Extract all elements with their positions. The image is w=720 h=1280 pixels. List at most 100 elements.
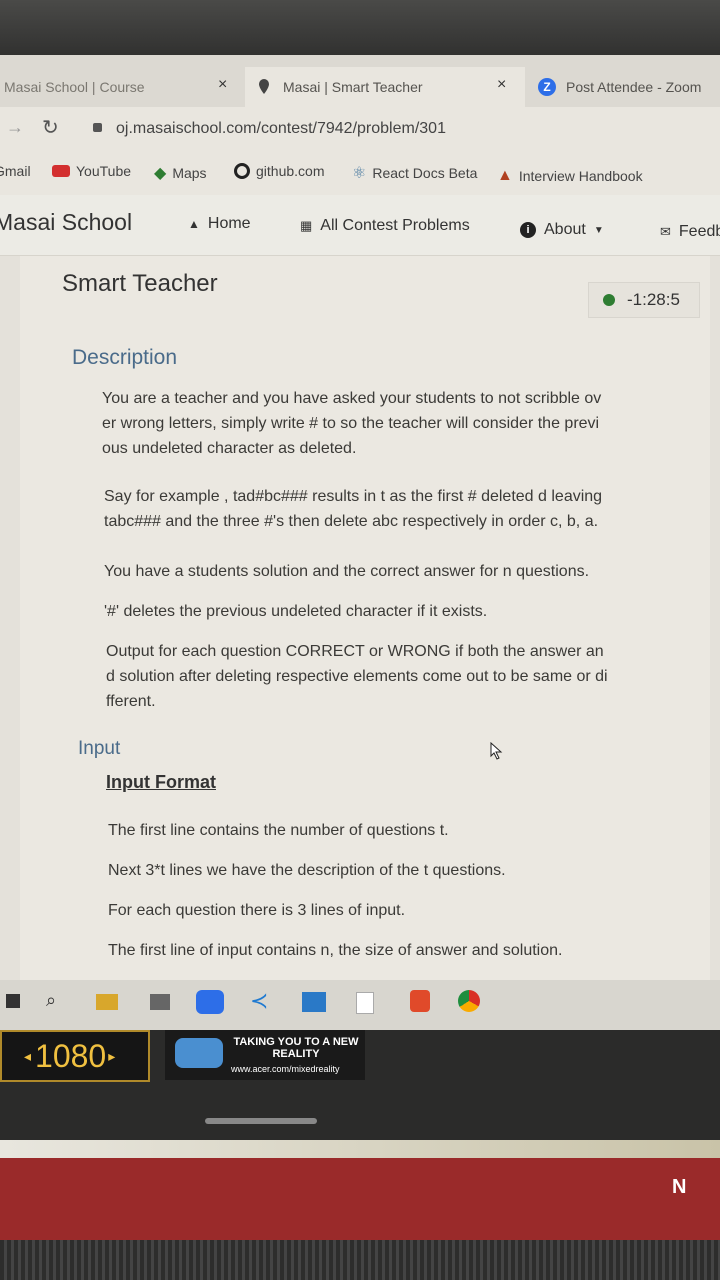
description-line: Output for each question CORRECT or WRON…	[106, 643, 604, 660]
description-heading: Description	[72, 346, 178, 369]
resolution-sticker: ◂ 1080 ▸	[0, 1030, 150, 1082]
nav-about[interactable]: i About ▼	[520, 221, 604, 239]
windows-start-icon[interactable]	[6, 994, 20, 1008]
bookmark-react-docs[interactable]: ⚛ React Docs Beta	[352, 163, 477, 183]
browser-window: Masai School | Course × Masai | Smart Te…	[0, 55, 720, 1030]
chrome-icon[interactable]	[458, 990, 480, 1012]
arrow-right-icon: ▸	[108, 1047, 116, 1064]
description-line: ous undeleted character as deleted.	[102, 440, 357, 457]
media-player-icon[interactable]	[302, 992, 326, 1012]
nav-all-contest-problems[interactable]: ▦ All Contest Problems	[300, 217, 470, 235]
desk-surface	[0, 1240, 720, 1280]
grid-icon: ▦	[300, 218, 313, 233]
brave-icon[interactable]	[410, 990, 430, 1012]
chevron-down-icon: ▼	[593, 224, 604, 236]
mouse-cursor-icon	[490, 742, 503, 760]
bookmark-youtube[interactable]: YouTube	[52, 163, 131, 179]
tab-close-icon[interactable]: ×	[218, 76, 227, 94]
timer-status-icon	[603, 294, 615, 306]
resolution-text: 1080	[35, 1037, 107, 1074]
reload-icon[interactable]: ↻	[42, 115, 59, 140]
hinge-bar	[205, 1118, 317, 1124]
problem-title: Smart Teacher	[62, 270, 218, 297]
app-icon[interactable]	[150, 994, 170, 1010]
nav-label: Feedback	[678, 223, 720, 240]
arrow-left-icon: ◂	[24, 1047, 32, 1064]
flask-icon: ▲	[497, 167, 513, 184]
nav-feedback[interactable]: ✉ Feedback	[660, 223, 720, 241]
sticker-tagline: TAKING YOU TO A NEW REALITY	[233, 1036, 359, 1060]
tab-close-icon[interactable]: ×	[497, 76, 506, 94]
bookmarks-bar: Gmail YouTube ◆ Maps github.com ⚛ React …	[0, 153, 720, 195]
bookmark-label: Interview Handbook	[518, 168, 643, 184]
tab-bar: Masai School | Course × Masai | Smart Te…	[0, 55, 720, 107]
tab-smart-teacher[interactable]: Masai | Smart Teacher ×	[245, 67, 525, 107]
location-pin-icon	[259, 79, 269, 94]
laptop-palmrest: ◂ 1080 ▸ TAKING YOU TO A NEW REALITY www…	[0, 1030, 720, 1140]
search-icon[interactable]: ⌕	[46, 990, 56, 1011]
site-navbar: Masai School ▲ Home ▦ All Contest Proble…	[0, 195, 720, 256]
bookmark-interview-handbook[interactable]: ▲ Interview Handbook	[497, 167, 643, 185]
notepad-icon[interactable]	[356, 992, 374, 1014]
input-format-line: Next 3*t lines we have the description o…	[108, 862, 506, 879]
bookmark-github[interactable]: github.com	[234, 163, 324, 179]
zoom-icon: Z	[538, 78, 556, 96]
nav-home[interactable]: ▲ Home	[188, 215, 251, 233]
input-format-line: For each question there is 3 lines of in…	[108, 902, 406, 919]
maps-pin-icon: ◆	[154, 165, 167, 182]
home-icon: ▲	[188, 217, 200, 231]
timer-value: -1:28:5	[627, 290, 680, 309]
description-line: '#' deletes the previous undeleted chara…	[104, 603, 488, 620]
nav-label: All Contest Problems	[320, 217, 470, 234]
description-line: er wrong letters, simply write # to so t…	[102, 415, 600, 432]
bookmark-label: React Docs Beta	[372, 165, 478, 181]
bookmark-label: github.com	[256, 163, 325, 179]
bookmark-maps[interactable]: ◆ Maps	[154, 163, 207, 183]
file-explorer-icon[interactable]	[96, 994, 118, 1010]
contest-timer: -1:28:5	[588, 282, 700, 318]
description-line: d solution after deleting respective ele…	[106, 668, 608, 685]
input-format-heading: Input Format	[106, 772, 216, 792]
keyboard-edge	[0, 1140, 720, 1158]
nav-label: Home	[207, 215, 251, 232]
feedback-icon: ✉	[660, 224, 671, 239]
acer-sticker: TAKING YOU TO A NEW REALITY www.acer.com…	[165, 1030, 365, 1080]
windows-taskbar: ⌕ ≺	[0, 980, 720, 1030]
zoom-app-icon[interactable]	[196, 990, 224, 1014]
sticker-url: www.acer.com/mixedreality	[231, 1064, 340, 1074]
info-icon: i	[520, 222, 536, 238]
github-icon	[234, 163, 250, 179]
tab-label: Masai | Smart Teacher	[283, 79, 423, 95]
address-bar: → ↻ oj.masaischool.com/contest/7942/prob…	[0, 107, 720, 153]
youtube-icon	[52, 165, 70, 177]
react-icon: ⚛	[352, 165, 367, 182]
description-line: You have a students solution and the cor…	[104, 563, 590, 580]
problem-panel: Smart Teacher -1:28:5 Description You ar…	[20, 256, 710, 1030]
bookmark-gmail[interactable]: Gmail	[0, 163, 31, 179]
laptop-bezel	[0, 0, 720, 60]
url-text[interactable]: oj.masaischool.com/contest/7942/problem/…	[116, 120, 446, 138]
key-label: N	[672, 1176, 687, 1198]
tab-label: Post Attendee - Zoom	[566, 79, 702, 95]
description-line: fferent.	[106, 693, 156, 710]
vscode-icon[interactable]: ≺	[250, 988, 268, 1014]
input-format-line: The first line of input contains n, the …	[108, 942, 563, 959]
forward-arrow-icon[interactable]: →	[6, 117, 24, 138]
nav-label: About	[544, 221, 586, 238]
input-format-line: The first line contains the number of qu…	[108, 822, 449, 839]
keyboard-cover: N	[0, 1158, 720, 1240]
tab-label: Masai School | Course	[4, 79, 145, 95]
problem-page: Smart Teacher -1:28:5 Description You ar…	[0, 256, 720, 1030]
lock-icon	[93, 123, 102, 132]
tab-zoom[interactable]: Z Post Attendee - Zoom	[528, 67, 720, 107]
site-brand[interactable]: Masai School	[0, 209, 132, 236]
bookmark-label: YouTube	[76, 163, 132, 179]
description-line: You are a teacher and you have asked you…	[102, 390, 602, 407]
description-line: tabc### and the three #'s then delete ab…	[104, 513, 599, 530]
bookmark-label: Gmail	[0, 163, 31, 179]
input-heading: Input	[78, 738, 121, 759]
description-line: Say for example , tad#bc### results in t…	[104, 488, 603, 505]
headset-icon	[175, 1038, 223, 1068]
tab-masai-course[interactable]: Masai School | Course ×	[0, 67, 245, 107]
bookmark-label: Maps	[172, 165, 207, 181]
